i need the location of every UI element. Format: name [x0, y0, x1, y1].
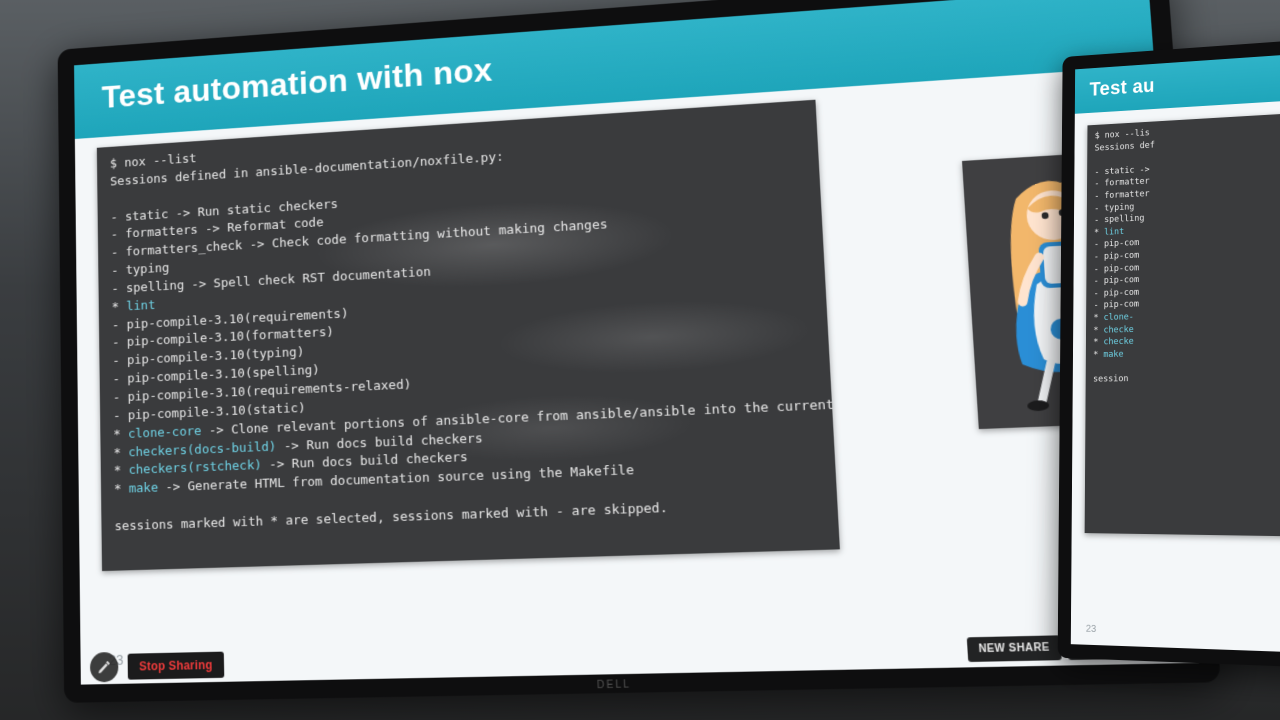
slide-body: $ nox --list Sessions defined in ansible… — [97, 79, 1168, 635]
slide-number-mirror: 23 — [1086, 624, 1097, 635]
presentation-slide-mirror: Test au $ nox --lis Sessions def - stati… — [1071, 48, 1280, 655]
terminal-output-mirror: $ nox --lis Sessions def - static -> - f… — [1085, 108, 1280, 537]
stop-sharing-button[interactable]: Stop Sharing — [128, 652, 225, 680]
pencil-icon — [97, 659, 112, 675]
terminal-output: $ nox --list Sessions defined in ansible… — [97, 100, 840, 571]
slide-title-mirror: Test au — [1075, 48, 1280, 114]
new-share-button[interactable]: NEW SHARE — [967, 635, 1062, 662]
presentation-slide: Test automation with nox A $ nox --list … — [74, 0, 1199, 685]
monitor-brand: DELL — [597, 679, 631, 691]
primary-monitor: Test automation with nox A $ nox --list … — [58, 0, 1221, 703]
annotate-button[interactable] — [90, 652, 119, 682]
room-background: Test automation with nox A $ nox --list … — [0, 0, 1280, 720]
secondary-monitor: Test au $ nox --lis Sessions def - stati… — [1058, 33, 1280, 671]
